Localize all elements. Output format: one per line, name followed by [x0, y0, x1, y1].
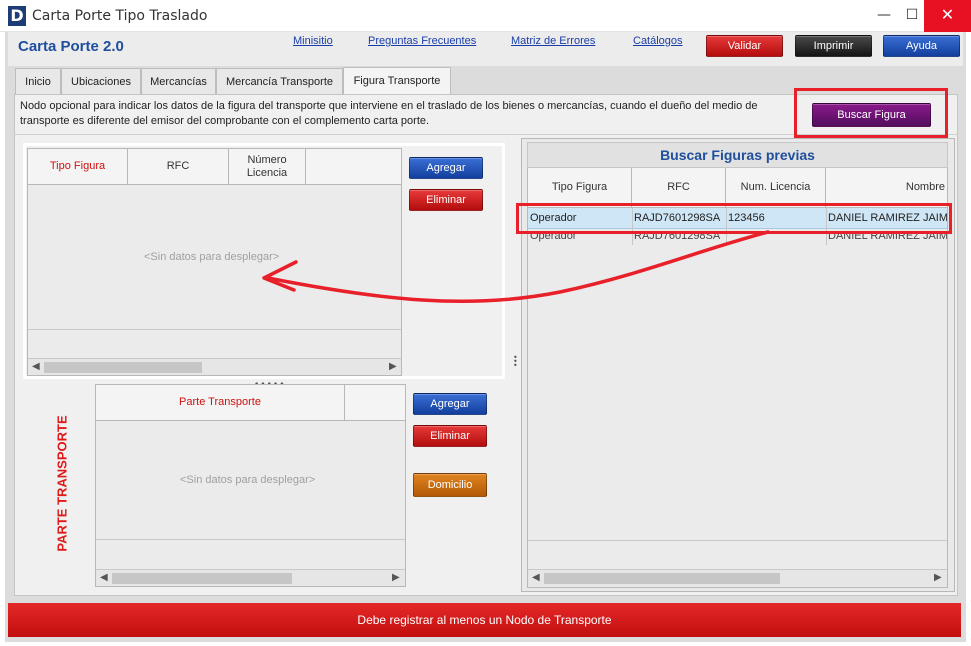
- annotation-arrow-icon: [262, 230, 770, 304]
- status-message-bar: Debe registrar al menos un Nodo de Trans…: [8, 603, 961, 637]
